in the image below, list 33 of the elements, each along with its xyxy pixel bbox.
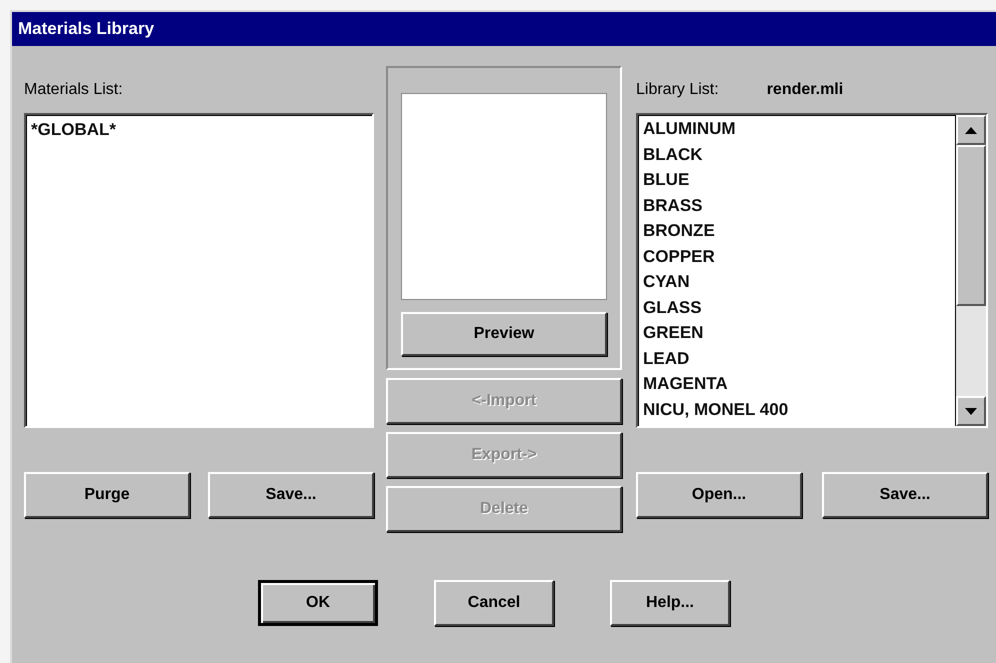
list-item[interactable]: BRONZE [642,218,716,244]
materials-list[interactable]: *GLOBAL* [24,113,374,428]
dialog-button[interactable]: OK [258,580,378,626]
list-item[interactable]: LEAD [642,346,690,371]
list-button[interactable]: Save... [208,472,374,518]
dialog-button[interactable]: Cancel [434,580,554,626]
list-button[interactable]: Purge [24,472,190,518]
library-list[interactable]: ALUMINUM BLACK BLUE BRASS BRONZE COPPER CYAN GLASS GREEN LEAD MAGENTA NICU, MONEL 400 [636,113,988,428]
up-arrow-icon [965,126,977,134]
list-item[interactable]: CYAN [642,269,691,294]
dialog-button[interactable]: Help... [610,580,730,626]
list-button[interactable]: Save... [822,472,988,518]
list-item[interactable]: BLACK [642,142,704,167]
window-title: Materials Library [18,19,154,39]
list-item[interactable]: NICU, MONEL 400 [642,396,790,422]
list-item[interactable]: MAGENTA [642,371,729,396]
list-item[interactable]: COPPER [642,244,716,269]
scroll-down-button[interactable] [956,396,986,426]
scroll-thumb[interactable] [956,145,986,306]
list-item[interactable]: GLASS [642,294,703,320]
library-file-name: render.mli [766,80,844,100]
list-item[interactable]: GREEN [642,320,704,346]
scrollbar[interactable] [955,115,986,426]
list-item[interactable]: BRASS [642,192,704,218]
list-button[interactable]: Open... [636,472,802,518]
list-item[interactable]: *GLOBAL* [30,117,117,142]
materials-list-label: Materials List: [24,80,123,100]
scroll-up-button[interactable] [956,115,986,145]
list-item[interactable]: BLUE [642,167,690,192]
preview-button[interactable]: Preview [401,312,607,356]
library-list-label: Library List: [636,80,719,100]
down-arrow-icon [965,408,977,414]
list-item[interactable]: ALUMINUM [642,116,737,142]
